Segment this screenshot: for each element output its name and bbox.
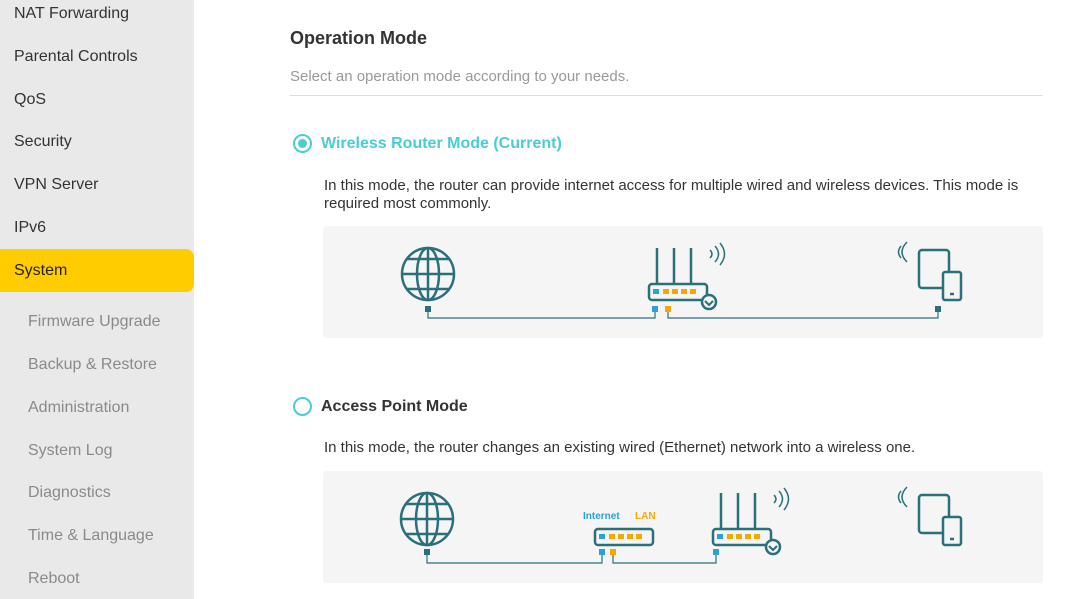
devices-icon [897, 486, 963, 547]
wireless-router-mode-diagram [323, 226, 1043, 338]
lan-port [665, 306, 671, 312]
sidebar-subitem-reboot[interactable]: Reboot [0, 557, 194, 599]
router-icon [647, 242, 726, 311]
ethernet-cables [427, 308, 939, 319]
globe-port [425, 306, 431, 312]
wan-port [652, 306, 658, 312]
wireless-router-mode-label[interactable]: Wireless Router Mode (Current) [321, 135, 562, 153]
sidebar-item-parental-controls[interactable]: Parental Controls [0, 35, 194, 78]
sidebar-item-qos[interactable]: QoS [0, 78, 194, 121]
page-subtitle: Select an operation mode according to yo… [290, 68, 630, 85]
page-title: Operation Mode [290, 28, 428, 48]
wireless-router-mode-radio[interactable] [293, 134, 312, 153]
ethernet-cables [426, 553, 717, 564]
sidebar-item-nat-forwarding[interactable]: NAT Forwarding [0, 0, 194, 35]
sidebar-item-system[interactable]: System [0, 249, 194, 292]
sidebar-subitem-time-language[interactable]: Time & Language [0, 514, 194, 557]
device-port [935, 306, 941, 312]
router-icon [711, 487, 790, 556]
globe-icon [399, 491, 455, 547]
devices-icon [897, 241, 963, 302]
globe-icon [400, 246, 456, 302]
sidebar-item-security[interactable]: Security [0, 120, 194, 163]
sidebar: NAT Forwarding Parental Controls QoS Sec… [0, 0, 194, 599]
radio-selected-dot [298, 139, 307, 148]
sidebar-item-vpn-server[interactable]: VPN Server [0, 163, 194, 206]
lan-port-label: LAN [635, 511, 656, 522]
sidebar-subitem-diagnostics[interactable]: Diagnostics [0, 471, 194, 514]
access-point-mode-description: In this mode, the router changes an exis… [324, 439, 916, 456]
divider [290, 95, 1043, 96]
access-point-mode-label[interactable]: Access Point Mode [321, 398, 468, 416]
sidebar-subitem-system-log[interactable]: System Log [0, 429, 194, 472]
internet-port-label: Internet [583, 511, 620, 522]
sidebar-subitem-firmware-upgrade[interactable]: Firmware Upgrade [0, 300, 194, 343]
access-point-mode-diagram: Internet LAN [323, 471, 1043, 583]
sidebar-item-ipv6[interactable]: IPv6 [0, 206, 194, 249]
sidebar-subitem-backup-restore[interactable]: Backup & Restore [0, 343, 194, 386]
wireless-router-mode-description: In this mode, the router can provide int… [324, 177, 1019, 212]
access-point-mode-radio[interactable] [293, 397, 312, 416]
sidebar-subitem-administration[interactable]: Administration [0, 386, 194, 429]
